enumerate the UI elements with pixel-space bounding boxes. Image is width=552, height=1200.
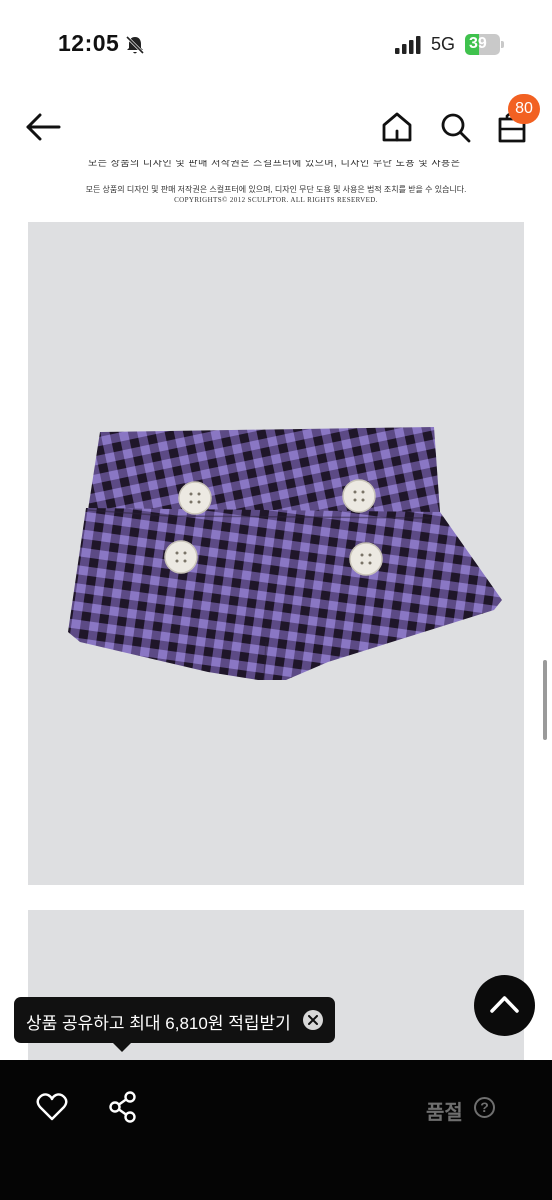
status-time: 12:05 [58,30,120,56]
network-label: 5G [431,34,456,54]
copyright-line: COPYRIGHTS© 2012 SCULPTOR. ALL RIGHTS RE… [174,196,378,204]
help-icon[interactable]: ? [474,1097,495,1118]
share-icon[interactable] [108,1091,138,1123]
chevron-up-icon [490,996,519,1013]
search-icon[interactable] [438,110,472,144]
copyright-notice: 모든 상품의 디자인 및 판매 저작권은 스컬프터에 있으며, 디자인 무단 도… [85,185,467,194]
battery-charging-icon: 39 [465,34,505,55]
heart-icon[interactable] [36,1092,68,1122]
tooltip-arrow [113,1043,131,1052]
status-bar: 12:05 5G 39 [0,0,552,90]
back-arrow-icon[interactable] [24,112,62,142]
home-icon[interactable] [380,110,414,144]
share-reward-tooltip[interactable]: 상품 공유하고 최대 6,810원 적립받기 [14,997,335,1043]
close-icon[interactable] [303,1010,323,1030]
notice-partial-line: 모든 상품의 디자인 및 판매 저작권은 스컬프터에 있으며, 디자인 무단 도… [88,160,464,170]
bottom-action-bar: 품절 ? [0,1060,552,1200]
soldout-label: 품절 [426,1102,463,1124]
product-image[interactable] [28,222,524,885]
battery-level-text: 39 [469,35,487,52]
bell-muted-icon [125,35,145,55]
tooltip-text: 상품 공유하고 최대 6,810원 적립받기 [26,1014,291,1033]
app-header [0,90,552,160]
signal-icon [395,36,421,54]
notice-partial-text: 모든 상품의 디자인 및 판매 저작권은 스컬프터에 있으며, 디자인 무단 도… [88,160,464,169]
shorts-illustration [28,222,524,885]
cart-count-badge[interactable]: 80 [508,94,540,124]
scrollbar-thumb[interactable] [543,660,547,740]
product-image-2[interactable] [28,910,524,1070]
scroll-to-top-button[interactable] [474,975,535,1036]
product-detail-page: 12:05 5G 39 80 모든 상품의 디자인 및 판매 저작권은 스컬프터… [0,0,552,1200]
